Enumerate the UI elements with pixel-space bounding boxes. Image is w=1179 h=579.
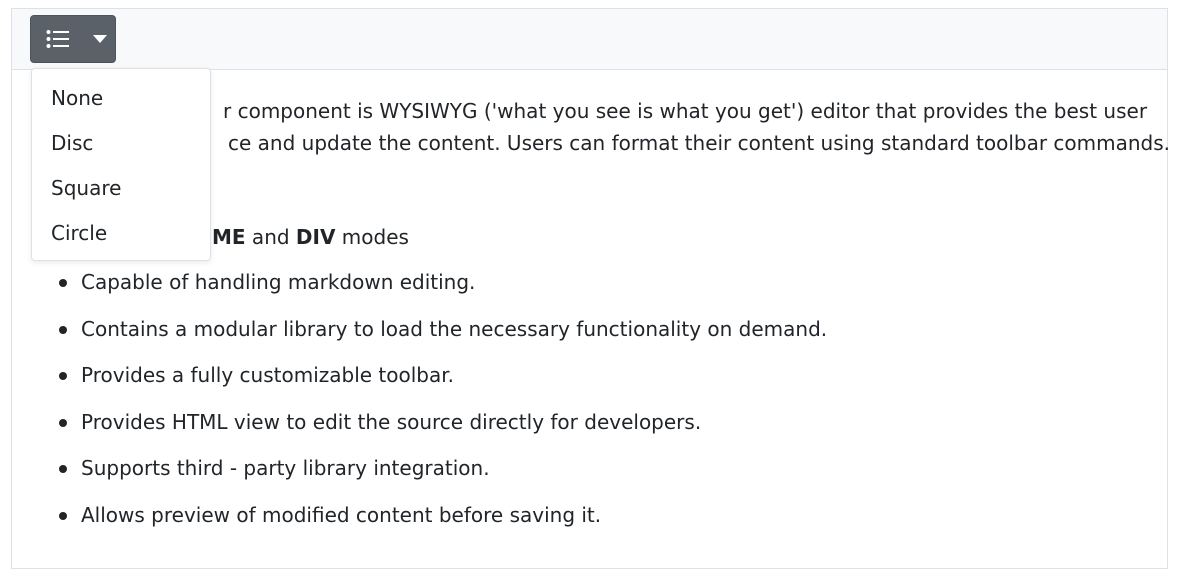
- list-item: Contains a modular library to load the n…: [30, 313, 827, 360]
- modes-bold-div: DIV: [295, 225, 336, 249]
- modes-suffix-text: modes: [335, 225, 409, 249]
- modes-and-text: and: [245, 225, 296, 249]
- editor-toolbar: [12, 9, 1167, 70]
- list-item: Provides a fully customizable toolbar.: [30, 359, 827, 406]
- modes-bold-iframe: ME: [212, 225, 246, 249]
- dropdown-item-circle[interactable]: Circle: [32, 217, 210, 262]
- dropdown-item-square[interactable]: Square: [32, 172, 210, 217]
- list-item: Supports third - party library integrati…: [30, 452, 827, 499]
- bulleted-list-icon: [46, 30, 69, 48]
- unordered-list-button[interactable]: [31, 16, 85, 62]
- list-item: Allows preview of modified content befor…: [30, 499, 827, 546]
- bullet-format-split-button: [30, 15, 116, 63]
- feature-list: Capable of handling markdown editing. Co…: [30, 266, 827, 545]
- list-item: Capable of handling markdown editing.: [30, 266, 827, 313]
- list-item: Provides HTML view to edit the source di…: [30, 406, 827, 453]
- caret-down-icon: [93, 35, 107, 43]
- dropdown-item-none[interactable]: None: [32, 82, 210, 127]
- bullet-style-dropdown-menu: None Disc Square Circle: [31, 68, 211, 261]
- dropdown-item-disc[interactable]: Disc: [32, 127, 210, 172]
- bullet-format-dropdown-toggle[interactable]: [85, 16, 115, 62]
